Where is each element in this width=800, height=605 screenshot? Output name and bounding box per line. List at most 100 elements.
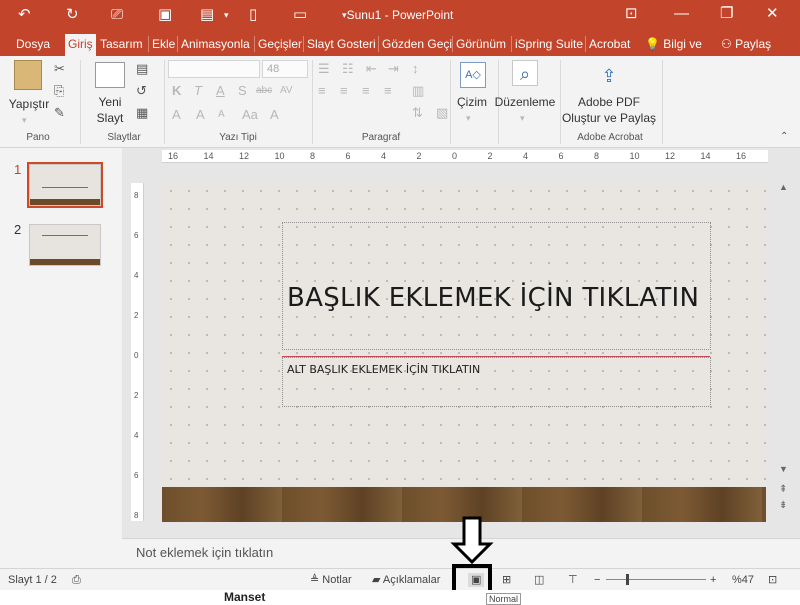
align-right-icon[interactable]: ≡ — [362, 84, 370, 98]
strikethrough-icon[interactable]: abc — [256, 84, 272, 98]
tab-gozden-gecir[interactable]: Gözden Geçi — [378, 36, 452, 52]
tab-ispring-suite[interactable]: iSpring Suite — [511, 36, 583, 52]
char-spacing-icon[interactable]: AV — [280, 84, 293, 98]
horizontal-ruler: 16 14 12 10 8 6 4 2 0 2 4 6 8 10 12 14 16 — [162, 150, 768, 163]
tab-gecisler[interactable]: Geçişler — [254, 36, 302, 52]
notes-button[interactable]: ≜ Notlar — [310, 573, 352, 587]
section-icon[interactable]: ▦ — [136, 106, 148, 120]
numbering-icon[interactable]: ☷ — [342, 62, 354, 76]
scroll-down-icon[interactable]: ▼ — [779, 464, 788, 474]
ribbon-tabs: Dosya Giriş Tasarım Ekle Animasyonla Geç… — [0, 32, 800, 56]
new-slide-button-line1[interactable]: Yeni — [90, 94, 130, 110]
zoom-in-icon[interactable]: + — [710, 573, 716, 587]
reading-view-button[interactable]: ◫ — [534, 573, 544, 587]
slide-thumbnail-1[interactable] — [29, 164, 101, 206]
drawing-button[interactable]: Çizim — [452, 94, 492, 110]
notes-placeholder[interactable]: Not eklemek için tıklatın — [136, 545, 273, 560]
reset-icon[interactable]: ↺ — [136, 84, 147, 98]
ruler-tick-label: 12 — [239, 151, 250, 161]
tab-tasarim[interactable]: Tasarım — [100, 36, 143, 52]
shrink-font-icon[interactable]: A — [218, 108, 225, 122]
text-direction-icon[interactable]: ⇅ — [412, 106, 423, 120]
tooltip-normal: Normal — [486, 593, 522, 605]
spell-check-icon[interactable]: ⎙ — [72, 573, 81, 587]
ribbon-display-icon[interactable]: ⊡ — [625, 4, 638, 24]
bold-icon[interactable]: K — [172, 84, 181, 98]
bullets-icon[interactable]: ☰ — [318, 62, 330, 76]
drawing-dropdown-icon[interactable]: ▾ — [466, 110, 471, 126]
slide-sorter-button[interactable]: ⊞ — [502, 573, 511, 587]
group-separator — [312, 60, 313, 144]
clear-formatting-icon[interactable]: A — [270, 108, 279, 122]
decrease-indent-icon[interactable]: ⇤ — [366, 62, 377, 76]
zoom-slider-thumb[interactable] — [626, 574, 629, 585]
smartart-icon[interactable]: ▧ — [436, 106, 448, 120]
next-slide-icon[interactable]: ⇟ — [779, 500, 787, 511]
vertical-scrollbar[interactable]: ▲ ▼ ⇞ ⇟ — [776, 182, 790, 518]
tab-acrobat[interactable]: Acrobat — [585, 36, 630, 52]
align-center-icon[interactable]: ≡ — [340, 84, 348, 98]
font-size-combo[interactable]: 48 — [262, 60, 308, 78]
copy-icon[interactable]: ⎘ — [54, 84, 64, 98]
group-separator — [560, 60, 561, 144]
status-bar: Slayt 1 / 2 ⎙ ≜ Notlar ▰ Açıklamalar ▣ ⊞… — [0, 568, 800, 590]
ruler-tick-label: 12 — [665, 151, 676, 161]
new-slide-button-line2[interactable]: Slayt — [90, 110, 130, 126]
grow-font-icon[interactable]: A — [196, 108, 205, 122]
slide-subtitle-text[interactable]: ALT BAŞLIK EKLEMEK İÇİN TIKLATIN — [287, 363, 480, 376]
tell-me-box[interactable]: 💡 Bilgi ve — [645, 36, 702, 52]
change-case-icon[interactable]: Aa — [242, 108, 258, 122]
tab-ekle[interactable]: Ekle — [148, 36, 175, 52]
slideshow-button[interactable]: ⊤ — [568, 573, 578, 587]
tab-slayt-gosterisi[interactable]: Slayt Gosteri — [303, 36, 376, 52]
slide-thumbnail-2[interactable] — [29, 224, 101, 266]
cut-icon[interactable]: ✂ — [54, 62, 65, 76]
minimize-icon[interactable]: — — [674, 4, 689, 24]
slide-sorter-icon: ⊞ — [502, 574, 512, 586]
ruler-tick-label: 0 — [134, 351, 139, 360]
ruler-tick-label: 2 — [134, 391, 139, 400]
adobe-pdf-button-line2[interactable]: Oluştur ve Paylaş — [560, 110, 658, 126]
fit-slide-icon[interactable]: ⊡ — [768, 573, 777, 587]
close-icon[interactable]: ✕ — [766, 4, 779, 24]
zoom-out-icon[interactable]: − — [594, 573, 600, 587]
ruler-tick-label: 6 — [134, 471, 139, 480]
tab-animasyonlar[interactable]: Animasyonla — [177, 36, 250, 52]
zoom-level[interactable]: %47 — [732, 573, 754, 587]
share-button[interactable]: ⚇ Paylaş — [721, 36, 771, 52]
comments-button[interactable]: ▰ Açıklamalar — [372, 573, 440, 587]
justify-icon[interactable]: ≡ — [384, 84, 392, 98]
ribbon: Yapıştır ▾ ✂ ⎘ ✎ Pano Yeni Slayt ▤ ↺ ▦ S… — [0, 56, 800, 148]
shadow-icon[interactable]: S — [238, 84, 247, 98]
adobe-pdf-button-line1[interactable]: Adobe PDF — [564, 94, 654, 110]
font-size-value: 48 — [267, 63, 280, 75]
layout-icon[interactable]: ▤ — [136, 62, 148, 76]
previous-slide-icon[interactable]: ⇞ — [779, 484, 787, 495]
scroll-up-icon[interactable]: ▲ — [779, 182, 788, 192]
editing-button[interactable]: Düzenleme — [494, 94, 556, 110]
restore-icon[interactable]: ❐ — [720, 4, 733, 24]
slide-canvas[interactable]: BAŞLIK EKLEMEK İÇİN TIKLATIN ALT BAŞLIK … — [162, 182, 766, 522]
tab-giris[interactable]: Giriş — [65, 34, 96, 56]
increase-indent-icon[interactable]: ⇥ — [388, 62, 399, 76]
align-left-icon[interactable]: ≡ — [318, 84, 326, 98]
ruler-tick-label: 2 — [134, 311, 139, 320]
tab-gorunum[interactable]: Görünüm — [452, 36, 506, 52]
paste-button[interactable]: Yapıştır — [6, 96, 52, 112]
slide-title-text[interactable]: BAŞLIK EKLEMEK İÇİN TIKLATIN — [287, 282, 707, 314]
ruler-tick-label: 6 — [345, 151, 351, 161]
ruler-tick-label: 16 — [736, 151, 747, 161]
editing-dropdown-icon[interactable]: ▾ — [520, 110, 525, 126]
zoom-slider-track[interactable] — [606, 579, 706, 580]
font-name-combo[interactable] — [168, 60, 260, 78]
collapse-ribbon-icon[interactable]: ⌃ — [780, 130, 788, 144]
tab-dosya[interactable]: Dosya — [16, 36, 50, 52]
paste-dropdown-icon[interactable]: ▾ — [22, 112, 27, 128]
columns-icon[interactable]: ▥ — [412, 84, 424, 98]
italic-icon[interactable]: T — [194, 84, 202, 98]
underline-icon[interactable]: A — [216, 84, 225, 98]
font-color-icon[interactable]: A — [172, 108, 181, 122]
line-spacing-icon[interactable]: ↕ — [412, 62, 419, 76]
format-painter-icon[interactable]: ✎ — [54, 106, 65, 120]
slide-thumbnails-pane: 1 2 — [0, 148, 122, 568]
